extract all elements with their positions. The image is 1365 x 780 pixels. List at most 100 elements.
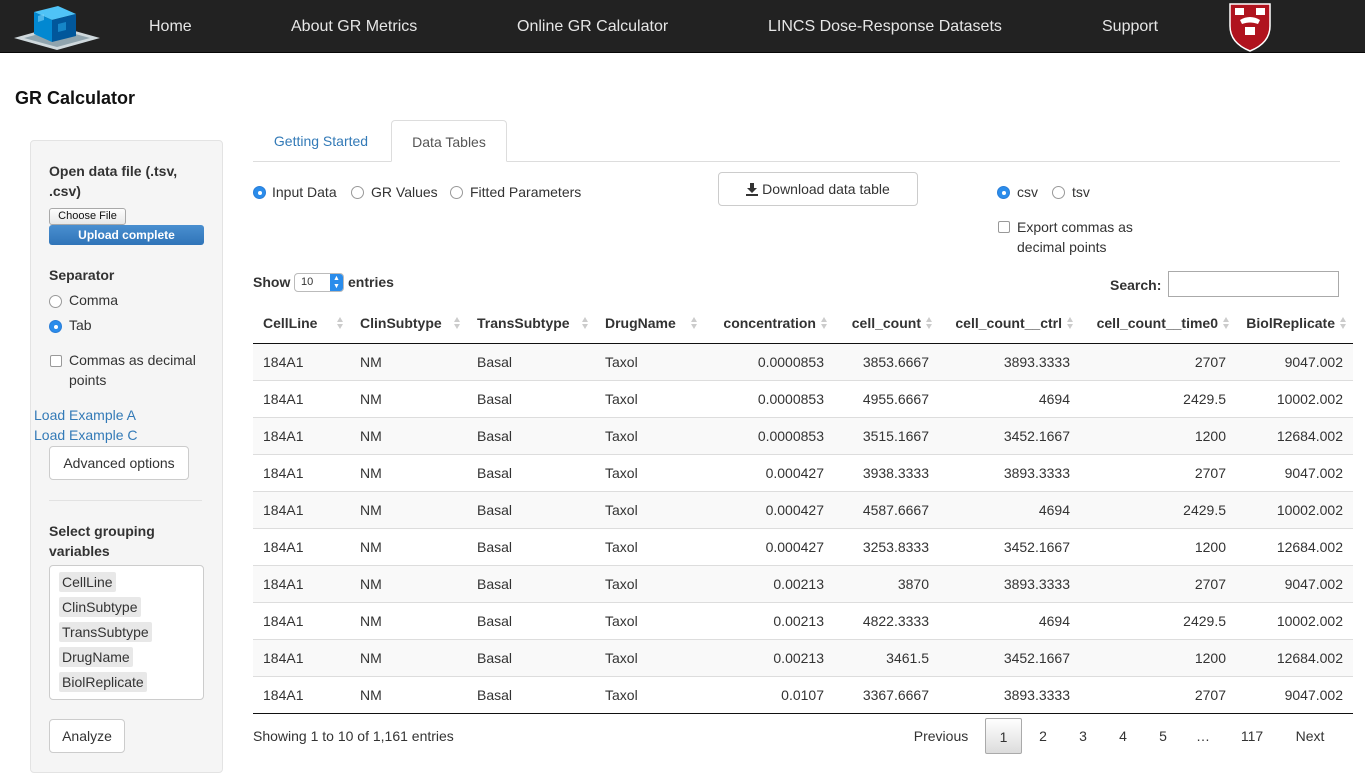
table-cell: NM bbox=[350, 638, 467, 676]
table-row: 184A1 NM Basal Taxol 0.00213 4822.3333 4694 242… bbox=[253, 601, 1353, 639]
table-cell: 4694 bbox=[939, 601, 1080, 639]
col-header-biolreplicate[interactable]: BiolReplicate bbox=[1236, 304, 1353, 344]
grouping-chip-clinsubtype[interactable]: ClinSubtype bbox=[59, 597, 141, 617]
table-cell: 10002.002 bbox=[1236, 490, 1353, 528]
export-commas-checkbox[interactable] bbox=[998, 221, 1010, 233]
tab-getting-started[interactable]: Getting Started bbox=[259, 120, 383, 162]
grouping-chip-drugname[interactable]: DrugName bbox=[59, 647, 133, 667]
table-cell: 0.000427 bbox=[704, 490, 834, 528]
table-cell: NM bbox=[350, 527, 467, 565]
grouping-chip-cellline[interactable]: CellLine bbox=[59, 572, 116, 592]
separator-comma-label: Comma bbox=[69, 292, 119, 308]
page-length-select[interactable]: 10 ▲ ▼ bbox=[294, 273, 344, 292]
separator-comma-radio[interactable] bbox=[49, 295, 62, 308]
pagination-page-1[interactable]: 1 bbox=[985, 718, 1022, 754]
download-data-table-label: Download data table bbox=[762, 181, 890, 197]
table-cell: 184A1 bbox=[253, 343, 350, 380]
input-data-label: Input Data bbox=[272, 184, 337, 200]
tab-data-tables[interactable]: Data Tables bbox=[391, 120, 507, 162]
table-cell: 4694 bbox=[939, 490, 1080, 528]
col-header-label: cell_count__time0 bbox=[1096, 315, 1218, 332]
table-cell: 2707 bbox=[1080, 343, 1236, 380]
choose-file-button[interactable]: Choose File bbox=[49, 208, 126, 225]
col-header-label: cell_count bbox=[851, 315, 921, 332]
nav-support[interactable]: Support bbox=[1102, 0, 1158, 53]
nav-about-gr-metrics[interactable]: About GR Metrics bbox=[291, 0, 417, 53]
gr-values-radio[interactable] bbox=[351, 186, 364, 199]
pagination-page-117[interactable]: 117 bbox=[1228, 718, 1276, 754]
fitted-parameters-label: Fitted Parameters bbox=[470, 184, 582, 200]
grouping-variables-select[interactable]: CellLine ClinSubtype TransSubtype DrugNa… bbox=[49, 565, 204, 700]
data-table: CellLine ClinSubtype TransSubtype DrugNa… bbox=[253, 304, 1353, 714]
pagination-page-4[interactable]: 4 bbox=[1105, 718, 1141, 754]
table-row: 184A1 NM Basal Taxol 0.00213 3870 3893.3333 270… bbox=[253, 564, 1353, 602]
format-tsv-radio[interactable] bbox=[1052, 186, 1065, 199]
pagination-previous[interactable]: Previous bbox=[905, 718, 977, 754]
table-cell: 2707 bbox=[1080, 453, 1236, 491]
pagination-page-2[interactable]: 2 bbox=[1025, 718, 1061, 754]
grouping-label: Select grouping variables bbox=[49, 523, 155, 559]
table-cell: 184A1 bbox=[253, 490, 350, 528]
advanced-options-button[interactable]: Advanced options bbox=[49, 446, 189, 480]
pagination-page-3[interactable]: 3 bbox=[1065, 718, 1101, 754]
input-data-radio[interactable] bbox=[253, 186, 266, 199]
table-cell: 184A1 bbox=[253, 638, 350, 676]
nav-home[interactable]: Home bbox=[149, 0, 192, 53]
table-cell: 4587.6667 bbox=[834, 490, 939, 528]
table-cell: 2429.5 bbox=[1080, 490, 1236, 528]
sort-icon bbox=[1340, 317, 1347, 330]
col-header-drugname[interactable]: DrugName bbox=[595, 304, 704, 344]
load-example-a-link[interactable]: Load Example A bbox=[34, 405, 136, 425]
pagination-ellipsis: … bbox=[1196, 728, 1210, 744]
table-cell: 0.000427 bbox=[704, 527, 834, 565]
grouping-chip-biolreplicate[interactable]: BiolReplicate bbox=[59, 672, 147, 692]
commas-decimal-label: Commas as decimal points bbox=[69, 352, 196, 388]
table-cell: 2707 bbox=[1080, 564, 1236, 602]
table-cell: 3870 bbox=[834, 564, 939, 602]
pagination-next[interactable]: Next bbox=[1284, 718, 1336, 754]
col-header-cell-count-ctrl[interactable]: cell_count__ctrl bbox=[939, 304, 1080, 344]
sort-icon bbox=[1067, 317, 1074, 330]
table-cell: Taxol bbox=[595, 343, 704, 380]
table-cell: 3938.3333 bbox=[834, 453, 939, 491]
col-header-clinsubtype[interactable]: ClinSubtype bbox=[350, 304, 467, 344]
harvard-shield-icon[interactable] bbox=[1228, 2, 1272, 52]
analyze-button[interactable]: Analyze bbox=[49, 719, 125, 753]
fitted-parameters-radio[interactable] bbox=[450, 186, 463, 199]
commas-decimal-checkbox[interactable] bbox=[50, 355, 62, 367]
table-cell: Taxol bbox=[595, 675, 704, 714]
format-tsv-label: tsv bbox=[1072, 184, 1090, 200]
table-row: 184A1 NM Basal Taxol 0.0107 3367.6667 3893.333… bbox=[253, 675, 1353, 714]
export-commas-label: Export commas as decimal points bbox=[1017, 219, 1133, 255]
col-header-transsubtype[interactable]: TransSubtype bbox=[467, 304, 595, 344]
table-cell: 184A1 bbox=[253, 675, 350, 714]
gr-metrics-logo-icon[interactable] bbox=[14, 4, 100, 50]
table-cell: 0.00213 bbox=[704, 601, 834, 639]
download-data-table-button[interactable]: Download data table bbox=[718, 172, 918, 206]
table-cell: NM bbox=[350, 343, 467, 380]
col-header-cellline[interactable]: CellLine bbox=[253, 304, 350, 344]
table-cell: Basal bbox=[467, 343, 595, 380]
col-header-cell-count-time0[interactable]: cell_count__time0 bbox=[1080, 304, 1236, 344]
sort-icon bbox=[337, 317, 344, 330]
table-cell: 3452.1667 bbox=[939, 527, 1080, 565]
nav-lincs-datasets[interactable]: LINCS Dose-Response Datasets bbox=[768, 0, 1002, 53]
format-csv-radio[interactable] bbox=[997, 186, 1010, 199]
col-header-concentration[interactable]: concentration bbox=[704, 304, 834, 344]
load-example-c-link[interactable]: Load Example C bbox=[34, 425, 138, 445]
sidebar-divider bbox=[49, 500, 202, 501]
search-input[interactable] bbox=[1168, 271, 1339, 297]
grouping-chip-transsubtype[interactable]: TransSubtype bbox=[59, 622, 152, 642]
table-cell: Basal bbox=[467, 490, 595, 528]
col-header-cell-count[interactable]: cell_count bbox=[834, 304, 939, 344]
sort-icon bbox=[821, 317, 828, 330]
col-header-label: BiolReplicate bbox=[1246, 315, 1335, 332]
table-cell: 3853.6667 bbox=[834, 343, 939, 380]
nav-online-gr-calculator[interactable]: Online GR Calculator bbox=[517, 0, 668, 53]
table-cell: Basal bbox=[467, 601, 595, 639]
upload-progress-bar: Upload complete bbox=[49, 225, 204, 245]
pagination-page-5[interactable]: 5 bbox=[1145, 718, 1181, 754]
separator-tab-radio[interactable] bbox=[49, 320, 62, 333]
table-row: 184A1 NM Basal Taxol 0.000427 3253.8333 3452.1… bbox=[253, 527, 1353, 565]
table-cell: 0.0000853 bbox=[704, 379, 834, 417]
